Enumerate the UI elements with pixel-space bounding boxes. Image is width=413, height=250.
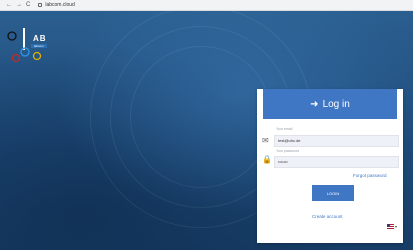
email-field[interactable]: test@uhc.de <box>274 135 399 147</box>
chevron-down-icon: ▾ <box>395 224 398 229</box>
lock-icon: 🔒 <box>262 155 272 164</box>
logo-graphic <box>7 28 42 63</box>
sign-in-icon: ➜ <box>310 98 319 110</box>
address-bar[interactable]: labcom.cloud <box>38 2 75 8</box>
lock-icon <box>38 3 43 7</box>
back-button[interactable]: ← <box>6 2 12 8</box>
logo <box>6 28 58 68</box>
logo-subtext: labcom <box>31 44 47 48</box>
logo-text: AB <box>33 34 47 43</box>
login-button[interactable]: LOGIN <box>312 185 354 201</box>
login-header: ➜ Log in <box>263 89 397 119</box>
create-account-link[interactable]: Create account <box>312 214 343 219</box>
language-selector[interactable]: ▾ <box>387 224 397 229</box>
reload-button[interactable]: C <box>26 2 30 8</box>
forgot-password-link[interactable]: Forgot password <box>353 173 387 178</box>
forward-button[interactable]: → <box>16 2 22 8</box>
login-title: Log in <box>322 98 350 110</box>
password-field[interactable]: ••••••• <box>274 156 399 168</box>
us-flag-icon <box>387 224 394 229</box>
envelope-icon: ✉ <box>262 136 269 145</box>
email-label: Your email <box>276 127 293 131</box>
url-text: labcom.cloud <box>45 2 75 8</box>
login-card: ➜ Log in ✉ Your email test@uhc.de 🔒 Your… <box>257 89 403 243</box>
password-label: Your password <box>276 149 300 153</box>
